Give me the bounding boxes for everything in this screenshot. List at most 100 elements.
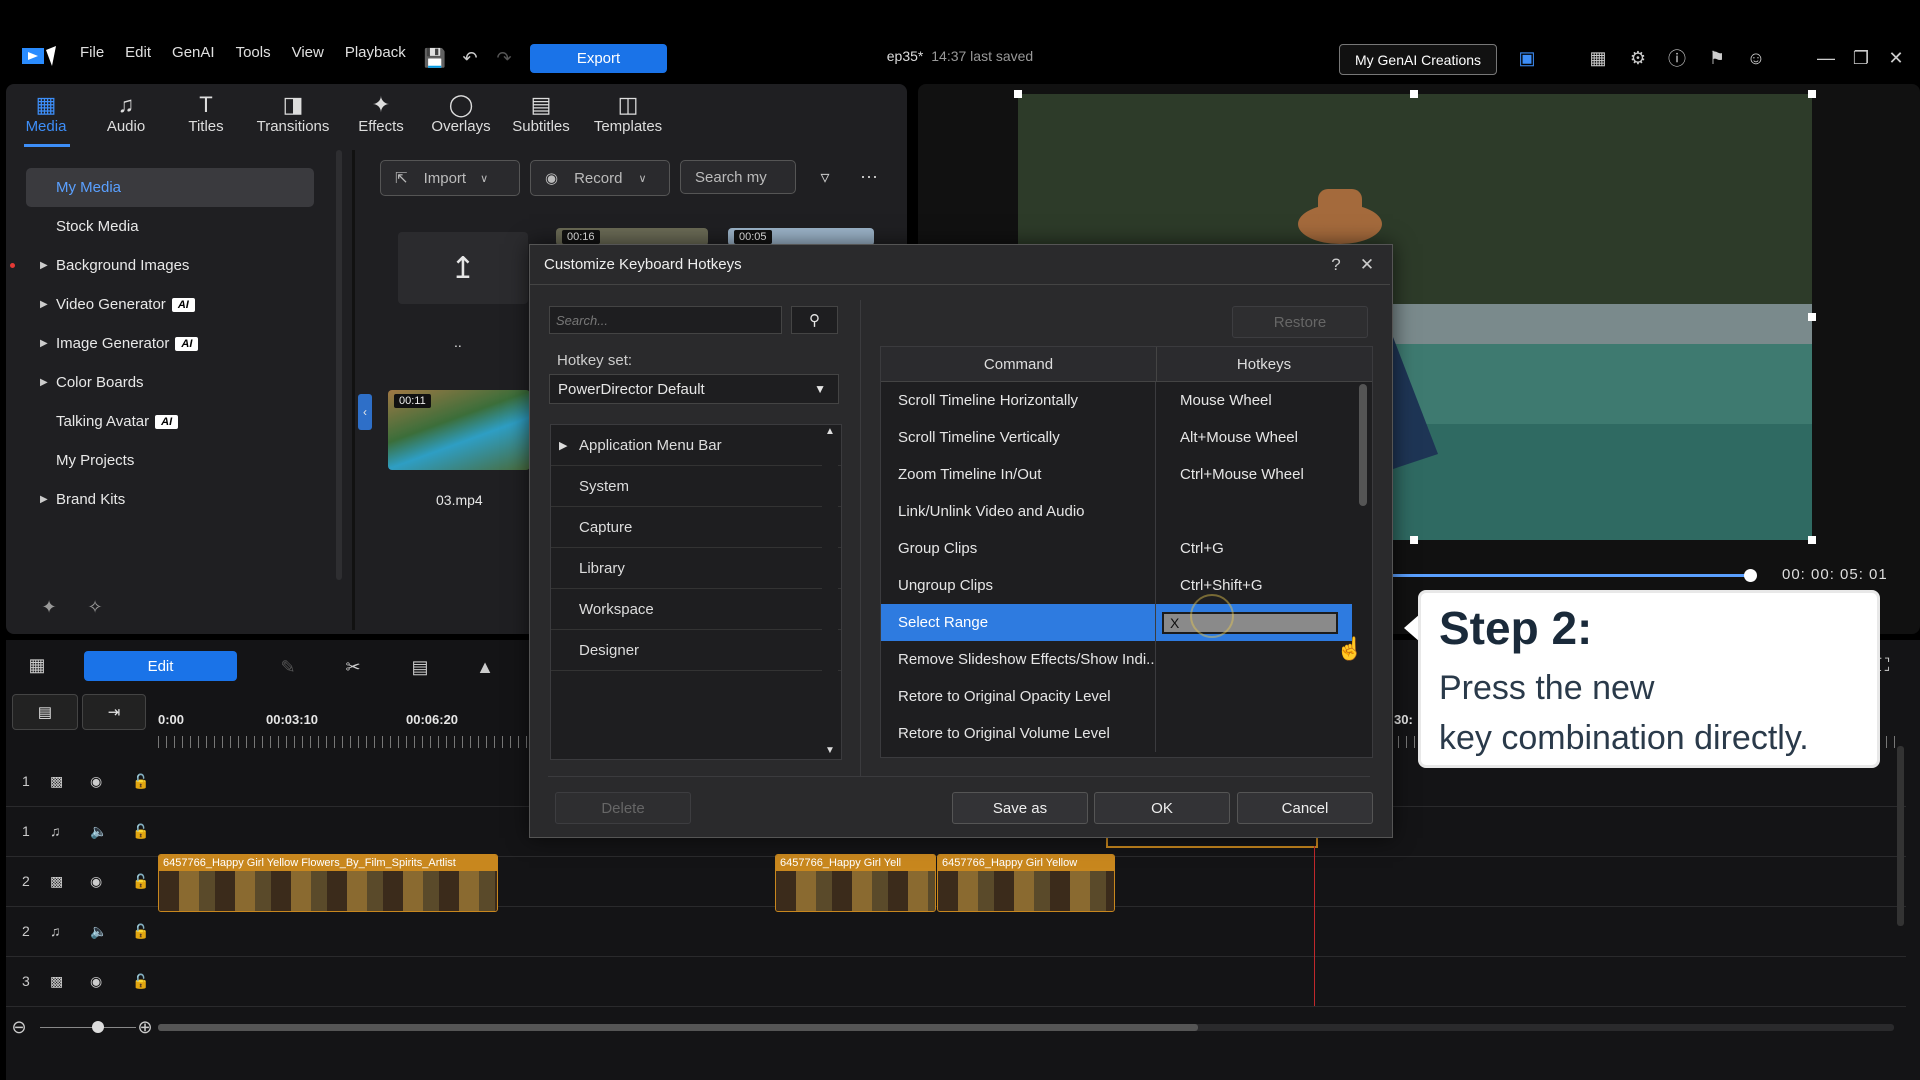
lock-icon[interactable]: 🔓 [132, 823, 149, 840]
pen-icon[interactable]: ✎ [277, 656, 299, 678]
media-search-input[interactable]: Search my [680, 160, 796, 194]
tab-transitions[interactable]: ◨ Transitions [257, 92, 330, 144]
tab-subtitles[interactable]: ▤ Subtitles [506, 92, 576, 144]
category-item[interactable]: Designer [551, 630, 841, 671]
resize-handle[interactable] [1014, 90, 1022, 98]
account-icon[interactable]: ☺ [1745, 47, 1767, 69]
my-genai-creations-button[interactable]: My GenAI Creations [1339, 44, 1497, 75]
category-item[interactable]: System [551, 466, 841, 507]
timeline-clip[interactable]: 6457766_Happy Girl Yell [775, 854, 936, 912]
help-icon[interactable]: ⓘ [1666, 47, 1688, 69]
cancel-button[interactable]: Cancel [1237, 792, 1373, 824]
hotkey-cell[interactable]: Mouse Wheel [1156, 382, 1352, 419]
minimize-icon[interactable]: — [1815, 47, 1837, 69]
hotkey-set-select[interactable]: PowerDirector Default ▼ [549, 374, 839, 404]
sidebar-item-brand-kits[interactable]: ▶ Brand Kits [26, 480, 356, 519]
table-row[interactable]: Retore to Original Volume Level [881, 715, 1372, 752]
category-item[interactable]: Capture [551, 507, 841, 548]
more-icon[interactable]: ⋯ [858, 166, 880, 188]
timeline-clip[interactable]: 6457766_Happy Girl Yellow [937, 854, 1115, 912]
table-row[interactable]: Link/Unlink Video and Audio [881, 493, 1372, 530]
timeline-clip[interactable]: 6457766_Happy Girl Yellow Flowers_By_Fil… [158, 854, 498, 912]
expand-arrow-icon[interactable]: ▶ [40, 260, 48, 271]
category-scrollbar[interactable]: ▲ ▼ [822, 426, 838, 756]
zoom-slider[interactable] [40, 1027, 136, 1028]
eye-icon[interactable]: ◉ [90, 973, 132, 990]
hotkey-cell[interactable]: X [1156, 604, 1352, 641]
track-manager-button[interactable]: ▤ [12, 694, 78, 730]
sidebar-item-background-images[interactable]: ▶ Background Images [10, 246, 356, 285]
table-row[interactable]: Scroll Timeline Horizontally Mouse Wheel [881, 382, 1372, 419]
table-row[interactable]: Retore to Original Opacity Level [881, 678, 1372, 715]
speaker-icon[interactable]: 🔈 [90, 923, 132, 940]
remove-tag-icon[interactable]: ✧ [84, 596, 106, 618]
hotkey-cell[interactable]: Alt+Mouse Wheel [1156, 419, 1352, 456]
tab-media[interactable]: ▦ Media [11, 92, 81, 144]
eye-icon[interactable]: ◉ [90, 873, 132, 890]
scrollbar-thumb[interactable] [1359, 384, 1367, 506]
expand-arrow-icon[interactable]: ▶ [559, 439, 567, 452]
sidebar-scrollbar[interactable] [336, 150, 342, 580]
tab-effects[interactable]: ✦ Effects [346, 92, 416, 144]
flip-icon[interactable]: ▲ [474, 656, 496, 678]
lock-icon[interactable]: 🔓 [132, 923, 149, 940]
table-row-selected[interactable]: Select Range X [881, 604, 1372, 641]
expand-arrow-icon[interactable]: ▶ [40, 494, 48, 505]
help-icon[interactable]: ? [1325, 254, 1347, 276]
table-row[interactable]: Ungroup Clips Ctrl+Shift+G [881, 567, 1372, 604]
playback-progress[interactable] [1392, 574, 1750, 577]
resize-handle[interactable] [1410, 90, 1418, 98]
fit-timeline-button[interactable]: ⇥ [82, 694, 146, 730]
scissors-icon[interactable]: ✂ [342, 656, 364, 678]
sidebar-item-color-boards[interactable]: ▶ Color Boards [26, 363, 356, 402]
category-item[interactable]: Library [551, 548, 841, 589]
restore-window-icon[interactable]: ❐ [1850, 47, 1872, 69]
timeline-vertical-scrollbar[interactable] [1897, 746, 1904, 926]
expand-arrow-icon[interactable]: ▶ [40, 338, 48, 349]
close-icon[interactable]: ✕ [1356, 254, 1378, 276]
speaker-icon[interactable]: 🔈 [90, 823, 132, 840]
category-item[interactable]: ▶ Application Menu Bar [551, 425, 841, 466]
save-as-button[interactable]: Save as [952, 792, 1088, 824]
ok-button[interactable]: OK [1094, 792, 1230, 824]
sidebar-item-my-media[interactable]: My Media [26, 168, 314, 207]
resize-handle[interactable] [1808, 313, 1816, 321]
scroll-down-icon[interactable]: ▼ [822, 745, 838, 756]
category-item[interactable]: Workspace [551, 589, 841, 630]
ai-assistant-icon[interactable]: ▣ [1516, 47, 1538, 69]
column-header-command[interactable]: Command [881, 347, 1157, 381]
sidebar-item-image-generator[interactable]: ▶ Image Generator AI [26, 324, 356, 363]
delete-button[interactable]: Delete [555, 792, 691, 824]
hotkey-cell[interactable] [1156, 641, 1352, 678]
scrollbar-thumb[interactable] [158, 1024, 1198, 1031]
feedback-icon[interactable]: ⚑ [1706, 47, 1728, 69]
hotkey-cell[interactable]: Ctrl+Shift+G [1156, 567, 1352, 604]
media-thumbnail[interactable]: 00:11 [388, 390, 530, 470]
collapse-sidebar-button[interactable]: ‹ [358, 394, 372, 430]
timeline-settings-icon[interactable]: ▦ [26, 654, 48, 676]
hotkey-table-scrollbar[interactable] [1355, 382, 1371, 756]
hotkey-cell[interactable] [1156, 678, 1352, 715]
hotkey-cell[interactable]: Ctrl+G [1156, 530, 1352, 567]
playhead-knob[interactable] [1744, 569, 1757, 582]
tab-overlays[interactable]: ◯ Overlays [426, 92, 496, 144]
expand-arrow-icon[interactable]: ▶ [40, 377, 48, 388]
lock-icon[interactable]: 🔓 [132, 873, 149, 890]
resize-handle[interactable] [1808, 90, 1816, 98]
tab-titles[interactable]: T Titles [171, 92, 241, 144]
tab-templates[interactable]: ◫ Templates [593, 92, 663, 144]
resize-handle[interactable] [1410, 536, 1418, 544]
table-row[interactable]: Zoom Timeline In/Out Ctrl+Mouse Wheel [881, 456, 1372, 493]
hotkey-edit-field[interactable]: X [1162, 611, 1338, 634]
layout-icon[interactable]: ▦ [1587, 47, 1609, 69]
filter-icon[interactable]: ▿ [814, 166, 836, 188]
sidebar-item-my-projects[interactable]: My Projects [26, 441, 356, 480]
parent-folder-item[interactable]: ↥ [398, 232, 528, 304]
import-button[interactable]: ⇱ Import ∨ [380, 160, 520, 196]
sidebar-item-stock-media[interactable]: Stock Media [26, 207, 356, 246]
hotkey-cell[interactable]: Ctrl+Mouse Wheel [1156, 456, 1352, 493]
tab-audio[interactable]: ♫ Audio [91, 92, 161, 144]
edit-button[interactable]: Edit [84, 651, 237, 681]
restore-button[interactable]: Restore [1232, 306, 1368, 338]
lock-icon[interactable]: 🔓 [132, 773, 149, 790]
